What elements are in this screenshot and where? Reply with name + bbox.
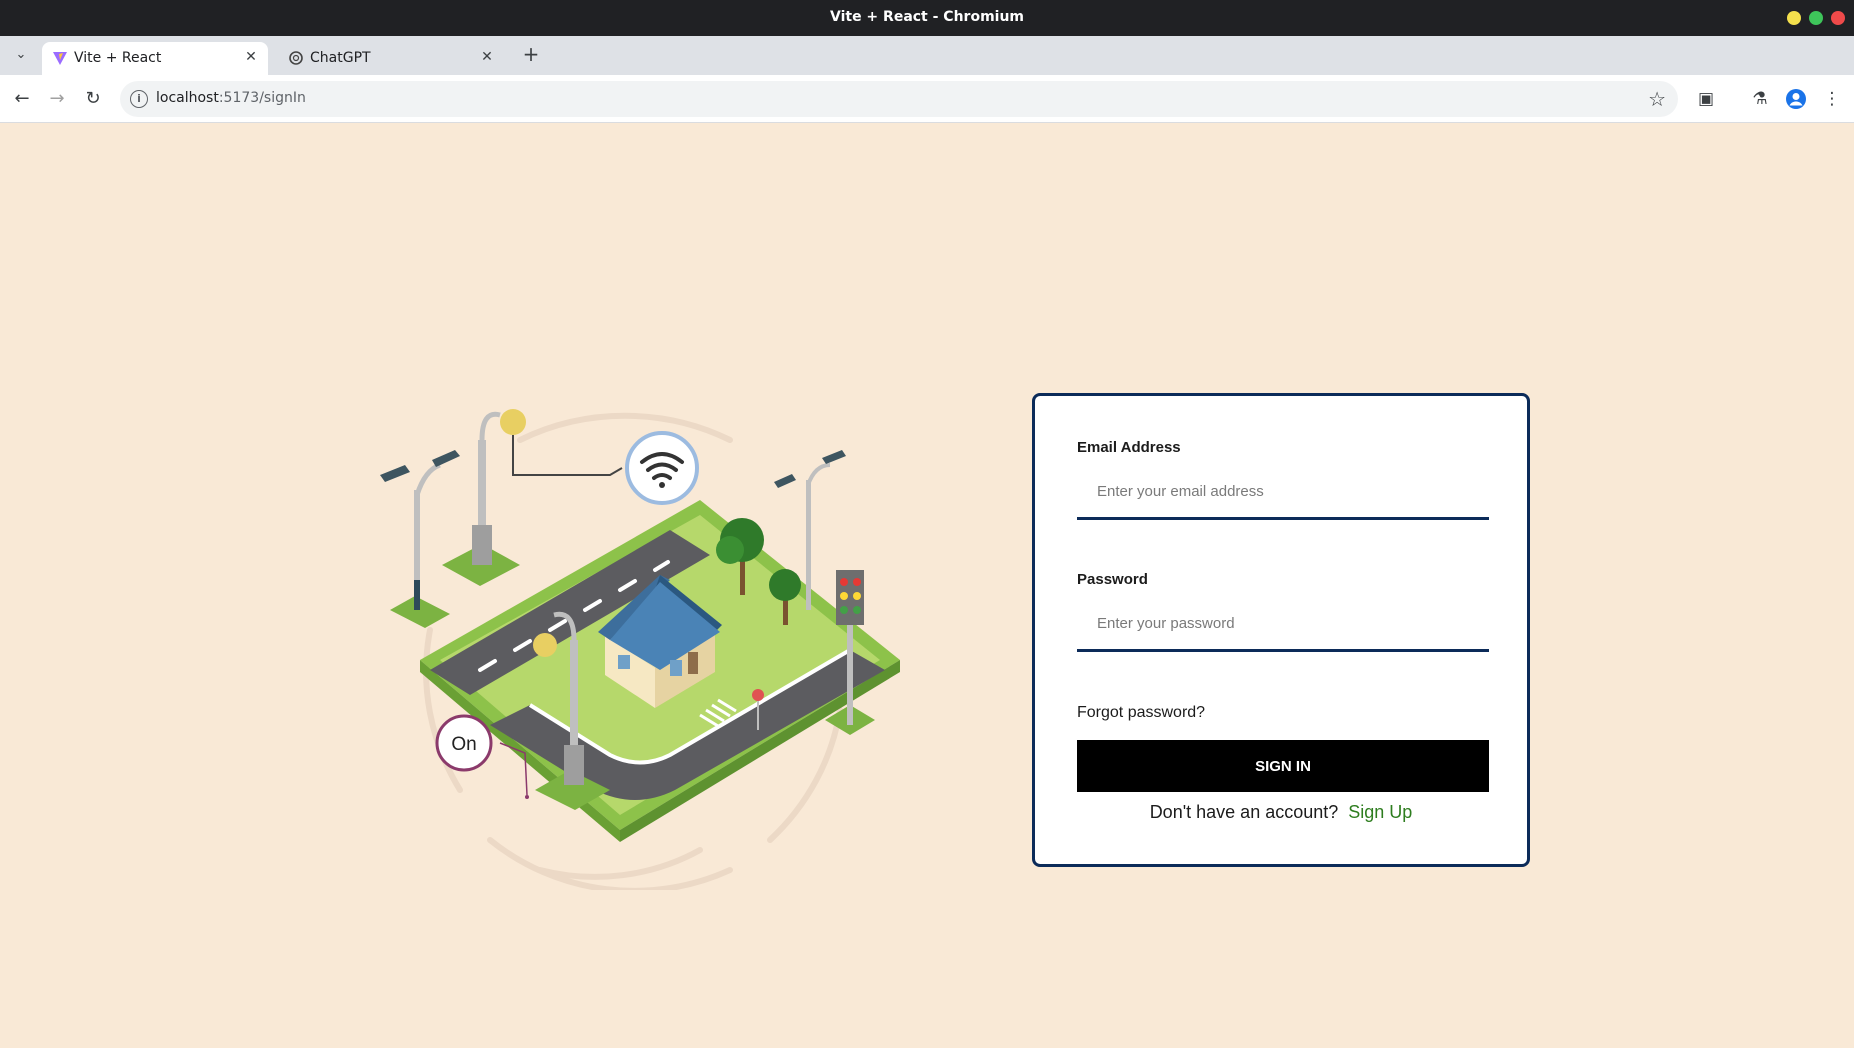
tab-chatgpt[interactable]: ChatGPT ✕ [278,42,504,75]
email-label: Email Address [1077,439,1181,456]
reload-icon[interactable]: ↻ [80,86,106,112]
password-field[interactable] [1077,598,1489,649]
url-text[interactable]: localhost:5173/signIn [156,90,306,106]
signup-link[interactable]: Sign Up [1348,802,1412,822]
forward-icon[interactable]: → [44,86,70,112]
browser-toolbar: ← → ↻ i localhost:5173/signIn ☆ ▣ ⚗ ⋮ [0,75,1854,123]
tab-search-icon[interactable]: ⌄ [10,44,32,66]
vite-icon [53,52,67,65]
tab-label: ChatGPT [310,50,371,66]
tab-label: Vite + React [74,50,162,66]
signin-button[interactable]: SIGN IN [1077,740,1489,792]
minimize-button[interactable] [1787,11,1801,25]
back-icon[interactable]: ← [9,86,35,112]
close-window-button[interactable] [1831,11,1845,25]
close-tab-icon[interactable]: ✕ [478,48,496,66]
extensions-icon[interactable]: ▣ [1694,87,1718,111]
smart-city-illustration: On [380,409,900,890]
email-field[interactable] [1077,466,1489,517]
address-bar[interactable]: i localhost:5173/signIn ☆ [120,81,1678,117]
new-tab-button[interactable]: + [520,44,542,66]
tab-vite-react[interactable]: Vite + React ✕ [42,42,268,75]
maximize-button[interactable] [1809,11,1823,25]
status-on-label: On [451,734,476,755]
chatgpt-icon [289,51,303,65]
window-title: Vite + React - Chromium [829,9,1025,25]
tab-strip: ⌄ Vite + React ✕ ChatGPT ✕ + [0,36,1854,75]
window-titlebar: Vite + React - Chromium [0,0,1854,36]
forgot-password-link[interactable]: Forgot password? [1077,704,1205,722]
signin-card: Email Address Password Forgot password? … [1032,393,1530,867]
close-tab-icon[interactable]: ✕ [242,48,260,66]
bookmark-star-icon[interactable]: ☆ [1648,87,1666,111]
profile-avatar-icon[interactable] [1784,87,1808,111]
password-field-wrapper [1077,598,1489,652]
site-info-icon[interactable]: i [130,90,148,108]
labs-flask-icon[interactable]: ⚗ [1748,87,1772,111]
menu-kebab-icon[interactable]: ⋮ [1820,87,1844,111]
email-field-wrapper [1077,466,1489,520]
no-account-text: Don't have an account? [1149,802,1339,822]
password-label: Password [1077,571,1148,588]
signup-row: Don't have an account? Sign Up [1035,802,1527,823]
